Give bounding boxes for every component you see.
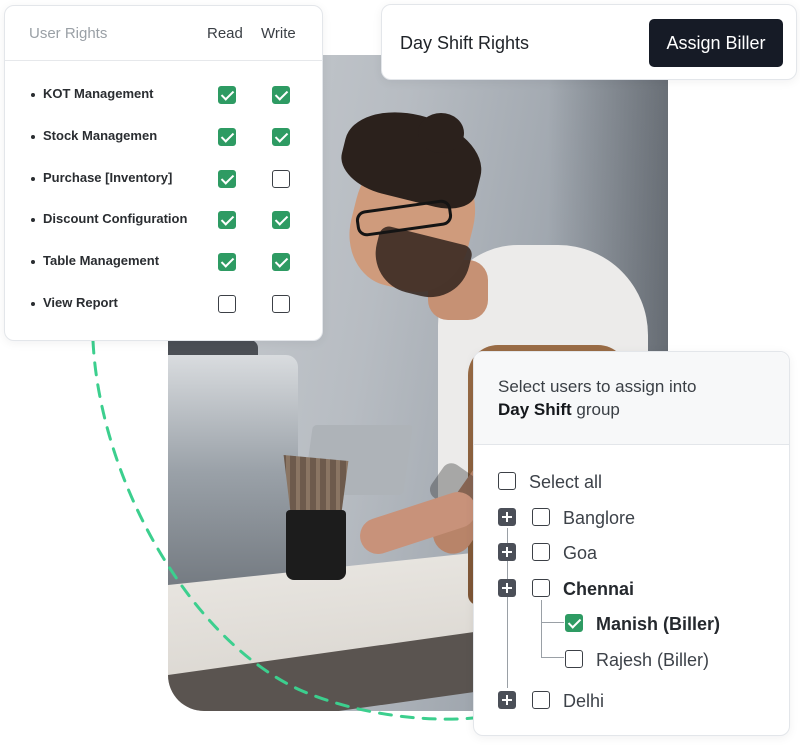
group-checkbox[interactable] [532,579,550,597]
assign-users-header: Select users to assign into Day Shift gr… [474,352,789,445]
group-name: Day Shift [498,400,572,419]
user-checkbox[interactable] [565,650,583,668]
read-checkbox[interactable] [218,170,236,188]
rights-row-label: Stock Managemen [43,128,158,143]
day-shift-card: Day Shift Rights Assign Biller [381,4,797,80]
select-all-checkbox[interactable] [498,472,516,490]
group-label: Goa [563,543,598,563]
user-row-manish: Manish (Biller) [498,613,778,635]
user-row-rajesh: Rajesh (Biller) [498,649,778,671]
write-checkbox[interactable] [272,86,290,104]
bullet-icon [31,302,35,306]
read-checkbox[interactable] [218,253,236,271]
day-shift-title: Day Shift Rights [400,33,530,53]
user-checkbox[interactable] [565,614,583,632]
rights-row-label: Purchase [Inventory] [43,170,173,185]
group-checkbox[interactable] [532,691,550,709]
write-column-header: Write [261,25,296,42]
rights-row-table: Table Management [5,252,322,278]
group-row-chennai: Chennai [498,578,778,600]
user-label: Manish (Biller) [596,614,721,634]
stirrer-sticks [283,455,349,515]
rights-row-label: View Report [43,295,118,310]
photo-cup [286,510,346,580]
bullet-icon [31,93,35,97]
rights-row-label: KOT Management [43,86,154,101]
write-checkbox[interactable] [272,170,290,188]
write-checkbox[interactable] [272,295,290,313]
read-checkbox[interactable] [218,86,236,104]
rights-row-stock: Stock Managemen [5,127,322,153]
group-row-banglore: Banglore [498,507,778,529]
assign-prompt-line2: Day Shift group [498,400,620,420]
select-all-label: Select all [529,472,603,492]
rights-row-label: Discount Configuration [43,211,188,226]
select-all-row[interactable]: Select all [498,471,778,493]
group-row-delhi: Delhi [498,690,778,712]
group-suffix: group [571,400,620,419]
rights-row-view-report: View Report [5,294,322,320]
group-checkbox[interactable] [532,543,550,561]
rights-row-label: Table Management [43,253,160,268]
rights-row-purchase: Purchase [Inventory] [5,169,322,195]
group-label: Delhi [563,691,605,711]
user-rights-title: User Rights [29,25,108,42]
group-label: Chennai [563,579,635,599]
rights-row-kot: KOT Management [5,85,322,111]
read-checkbox[interactable] [218,295,236,313]
plus-icon[interactable] [498,691,516,709]
bullet-icon [31,135,35,139]
assign-biller-button[interactable]: Assign Biller [649,19,783,67]
read-checkbox[interactable] [218,211,236,229]
barista-bun [418,113,464,153]
assign-prompt-line1: Select users to assign into [498,377,697,396]
plus-icon[interactable] [498,508,516,526]
assign-users-card: Select users to assign into Day Shift gr… [473,351,790,736]
write-checkbox[interactable] [272,211,290,229]
plus-icon[interactable] [498,543,516,561]
user-label: Rajesh (Biller) [596,650,710,670]
read-column-header: Read [207,25,243,42]
bullet-icon [31,177,35,181]
user-rights-card: User Rights Read Write KOT Management St… [4,5,323,341]
group-label: Banglore [563,508,636,528]
user-rights-header: User Rights Read Write [5,6,322,61]
bullet-icon [31,218,35,222]
group-row-goa: Goa [498,542,778,564]
write-checkbox[interactable] [272,128,290,146]
group-checkbox[interactable] [532,508,550,526]
write-checkbox[interactable] [272,253,290,271]
rights-row-discount: Discount Configuration [5,210,322,236]
plus-icon[interactable] [498,579,516,597]
bullet-icon [31,260,35,264]
read-checkbox[interactable] [218,128,236,146]
